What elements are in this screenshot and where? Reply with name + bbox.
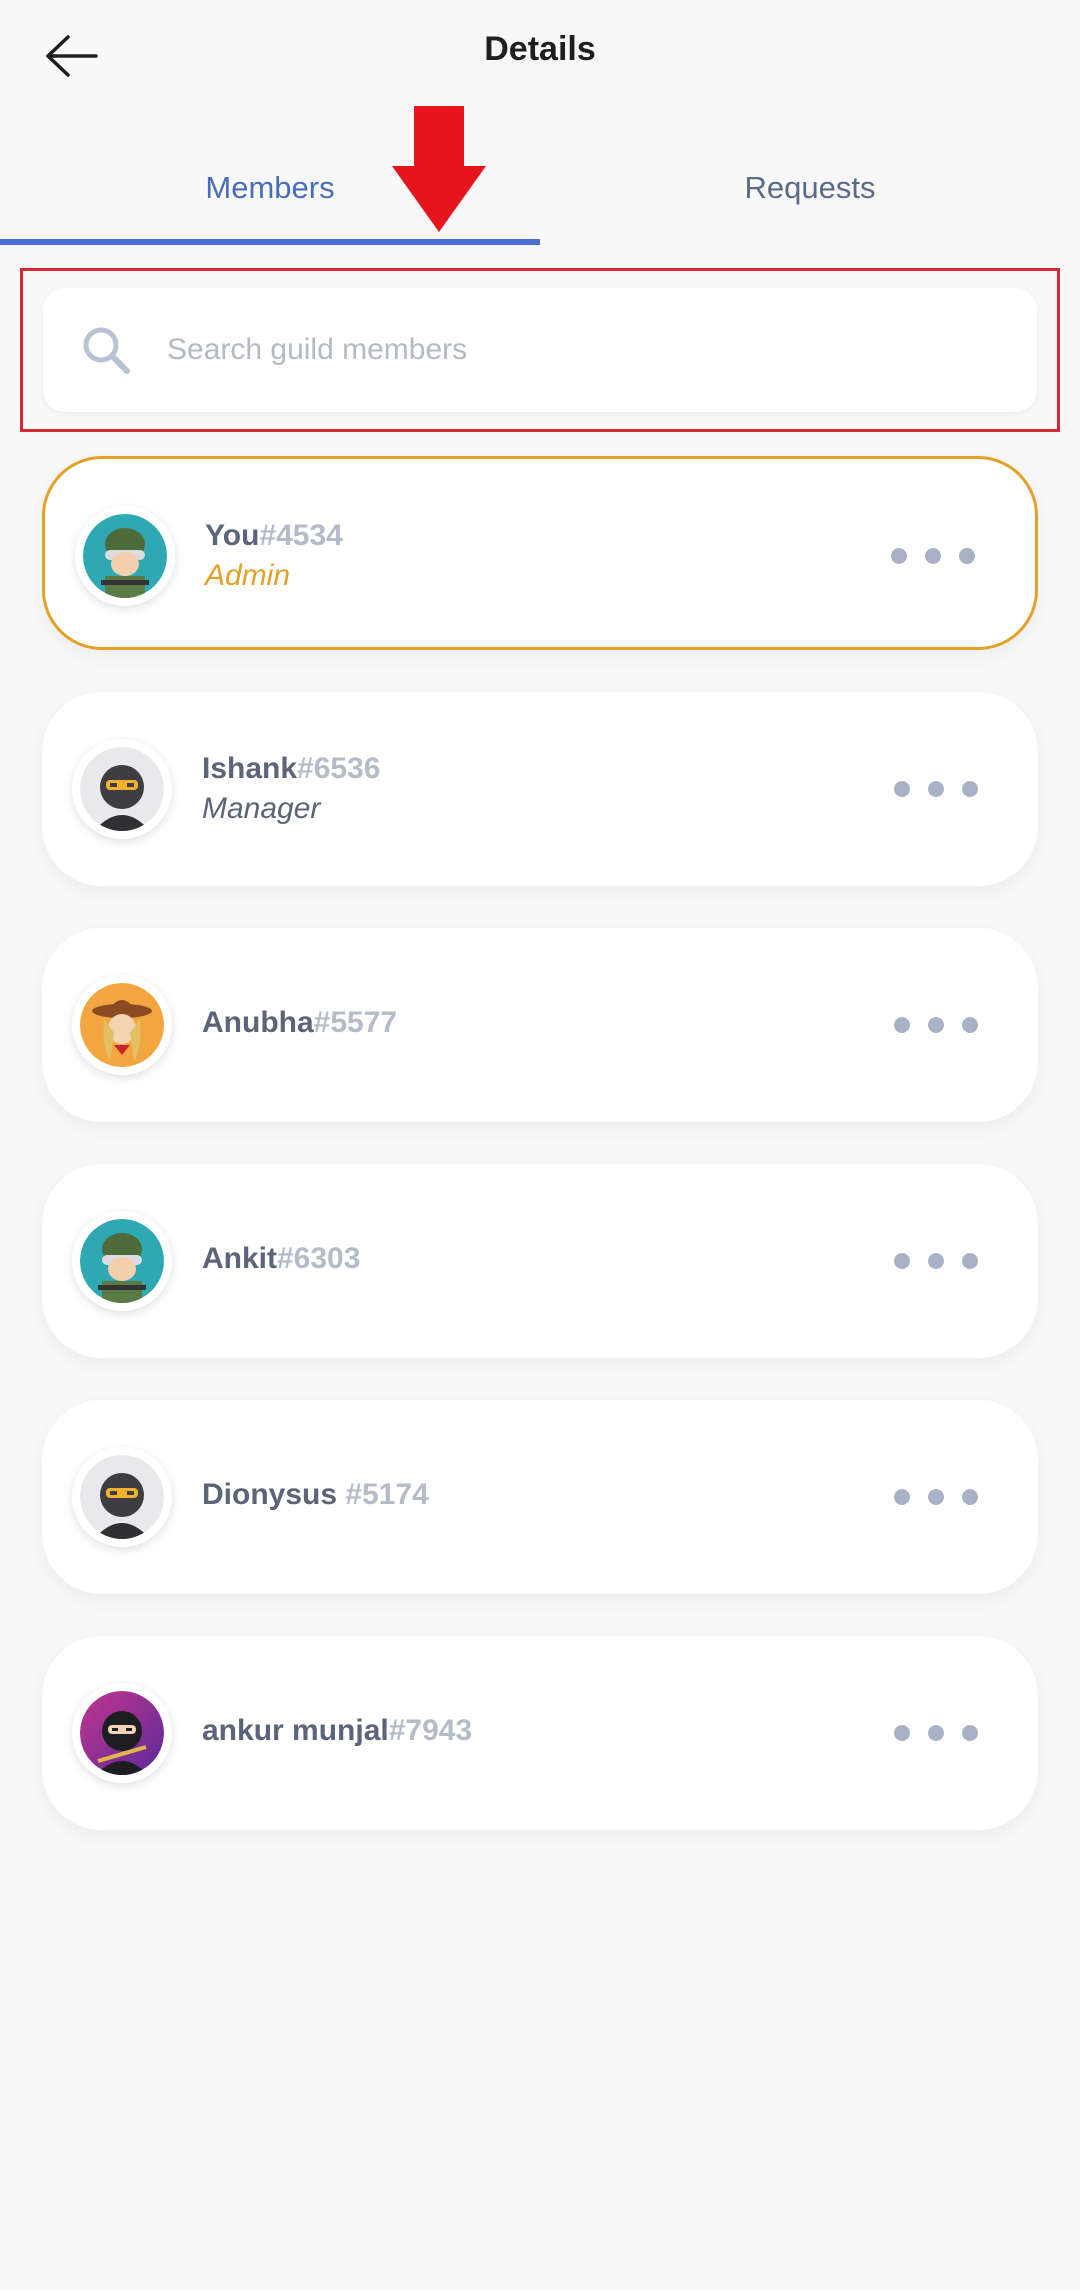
member-name: ankur munjal <box>202 1714 389 1747</box>
member-tag: #4534 <box>259 519 343 552</box>
tab-requests[interactable]: Requests <box>540 130 1080 245</box>
avatar <box>72 1683 172 1783</box>
member-name: Ishank <box>202 752 298 785</box>
more-options-button[interactable] <box>894 1005 978 1045</box>
member-name: Dionysus <box>202 1478 346 1511</box>
purple-ninja-avatar-icon <box>80 1691 164 1775</box>
more-dot <box>928 1725 944 1741</box>
more-dots-icon <box>894 781 910 797</box>
more-options-button[interactable] <box>894 769 978 809</box>
more-options-button[interactable] <box>894 1713 978 1753</box>
ninja-avatar-icon <box>80 747 164 831</box>
member-tag: #5174 <box>345 1478 429 1511</box>
avatar <box>72 1447 172 1547</box>
more-dots-icon <box>894 1489 910 1505</box>
member-tag: #5577 <box>313 1006 398 1039</box>
members-list: You#4534 Admin Ishank#6536 Manager Anubh… <box>42 456 1038 1872</box>
active-tab-indicator <box>0 239 540 245</box>
more-options-button[interactable] <box>894 1241 978 1281</box>
more-dot <box>959 548 975 564</box>
more-dots-icon <box>894 1017 910 1033</box>
member-name-line: ankur munjal#7943 <box>202 1714 472 1748</box>
member-role: Manager <box>202 792 321 825</box>
avatar <box>72 739 172 839</box>
red-arrow-annotation <box>392 106 486 232</box>
search-bar[interactable] <box>43 288 1037 412</box>
more-dots-icon <box>894 1253 910 1269</box>
member-tag: #6536 <box>297 752 381 785</box>
avatar <box>72 1211 172 1311</box>
more-dots-icon <box>894 1725 910 1741</box>
more-dot <box>928 1253 944 1269</box>
member-tag: #7943 <box>388 1714 473 1747</box>
more-dots-icon <box>891 548 907 564</box>
member-card-ankur-munjal[interactable]: ankur munjal#7943 <box>42 1636 1038 1830</box>
avatar <box>75 506 175 606</box>
more-options-button[interactable] <box>894 1477 978 1517</box>
page-title: Details <box>484 30 596 68</box>
soldier-avatar-icon <box>80 1219 164 1303</box>
header: Details <box>0 0 1080 112</box>
member-name-line: Ankit#6303 <box>202 1242 360 1276</box>
tab-bar: Members Requests <box>0 130 1080 245</box>
soldier-avatar-icon <box>83 514 167 598</box>
more-dot <box>962 781 978 797</box>
ninja-avatar-icon <box>80 1455 164 1539</box>
search-icon <box>83 327 130 374</box>
member-name-line: Ishank#6536 <box>202 752 380 786</box>
member-role: Admin <box>205 559 291 592</box>
member-card-dionysus[interactable]: Dionysus #5174 <box>42 1400 1038 1594</box>
member-name: Anubha <box>202 1006 314 1039</box>
member-name: Ankit <box>202 1242 277 1275</box>
guild-details-screen: Details Members Requests Search guild me… <box>0 0 1080 2290</box>
more-dot <box>962 1017 978 1033</box>
more-dot <box>928 1489 944 1505</box>
member-card-ankit[interactable]: Ankit#6303 <box>42 1164 1038 1358</box>
member-name-line: You#4534 <box>205 519 343 553</box>
member-card-ishank[interactable]: Ishank#6536 Manager <box>42 692 1038 886</box>
member-card-anubha[interactable]: Anubha#5577 <box>42 928 1038 1122</box>
member-name: You <box>205 519 260 552</box>
more-dot <box>962 1489 978 1505</box>
avatar <box>72 975 172 1075</box>
more-dot <box>928 781 944 797</box>
member-name-line: Anubha#5577 <box>202 1006 397 1040</box>
more-dot <box>962 1253 978 1269</box>
more-dot <box>925 548 941 564</box>
cowgirl-avatar-icon <box>80 983 164 1067</box>
more-dot <box>928 1017 944 1033</box>
more-dot <box>962 1725 978 1741</box>
search-input[interactable] <box>167 333 967 367</box>
member-card-you[interactable]: You#4534 Admin <box>42 456 1038 650</box>
member-name-line: Dionysus #5174 <box>202 1478 429 1512</box>
member-tag: #6303 <box>277 1242 361 1275</box>
more-options-button[interactable] <box>891 536 975 576</box>
